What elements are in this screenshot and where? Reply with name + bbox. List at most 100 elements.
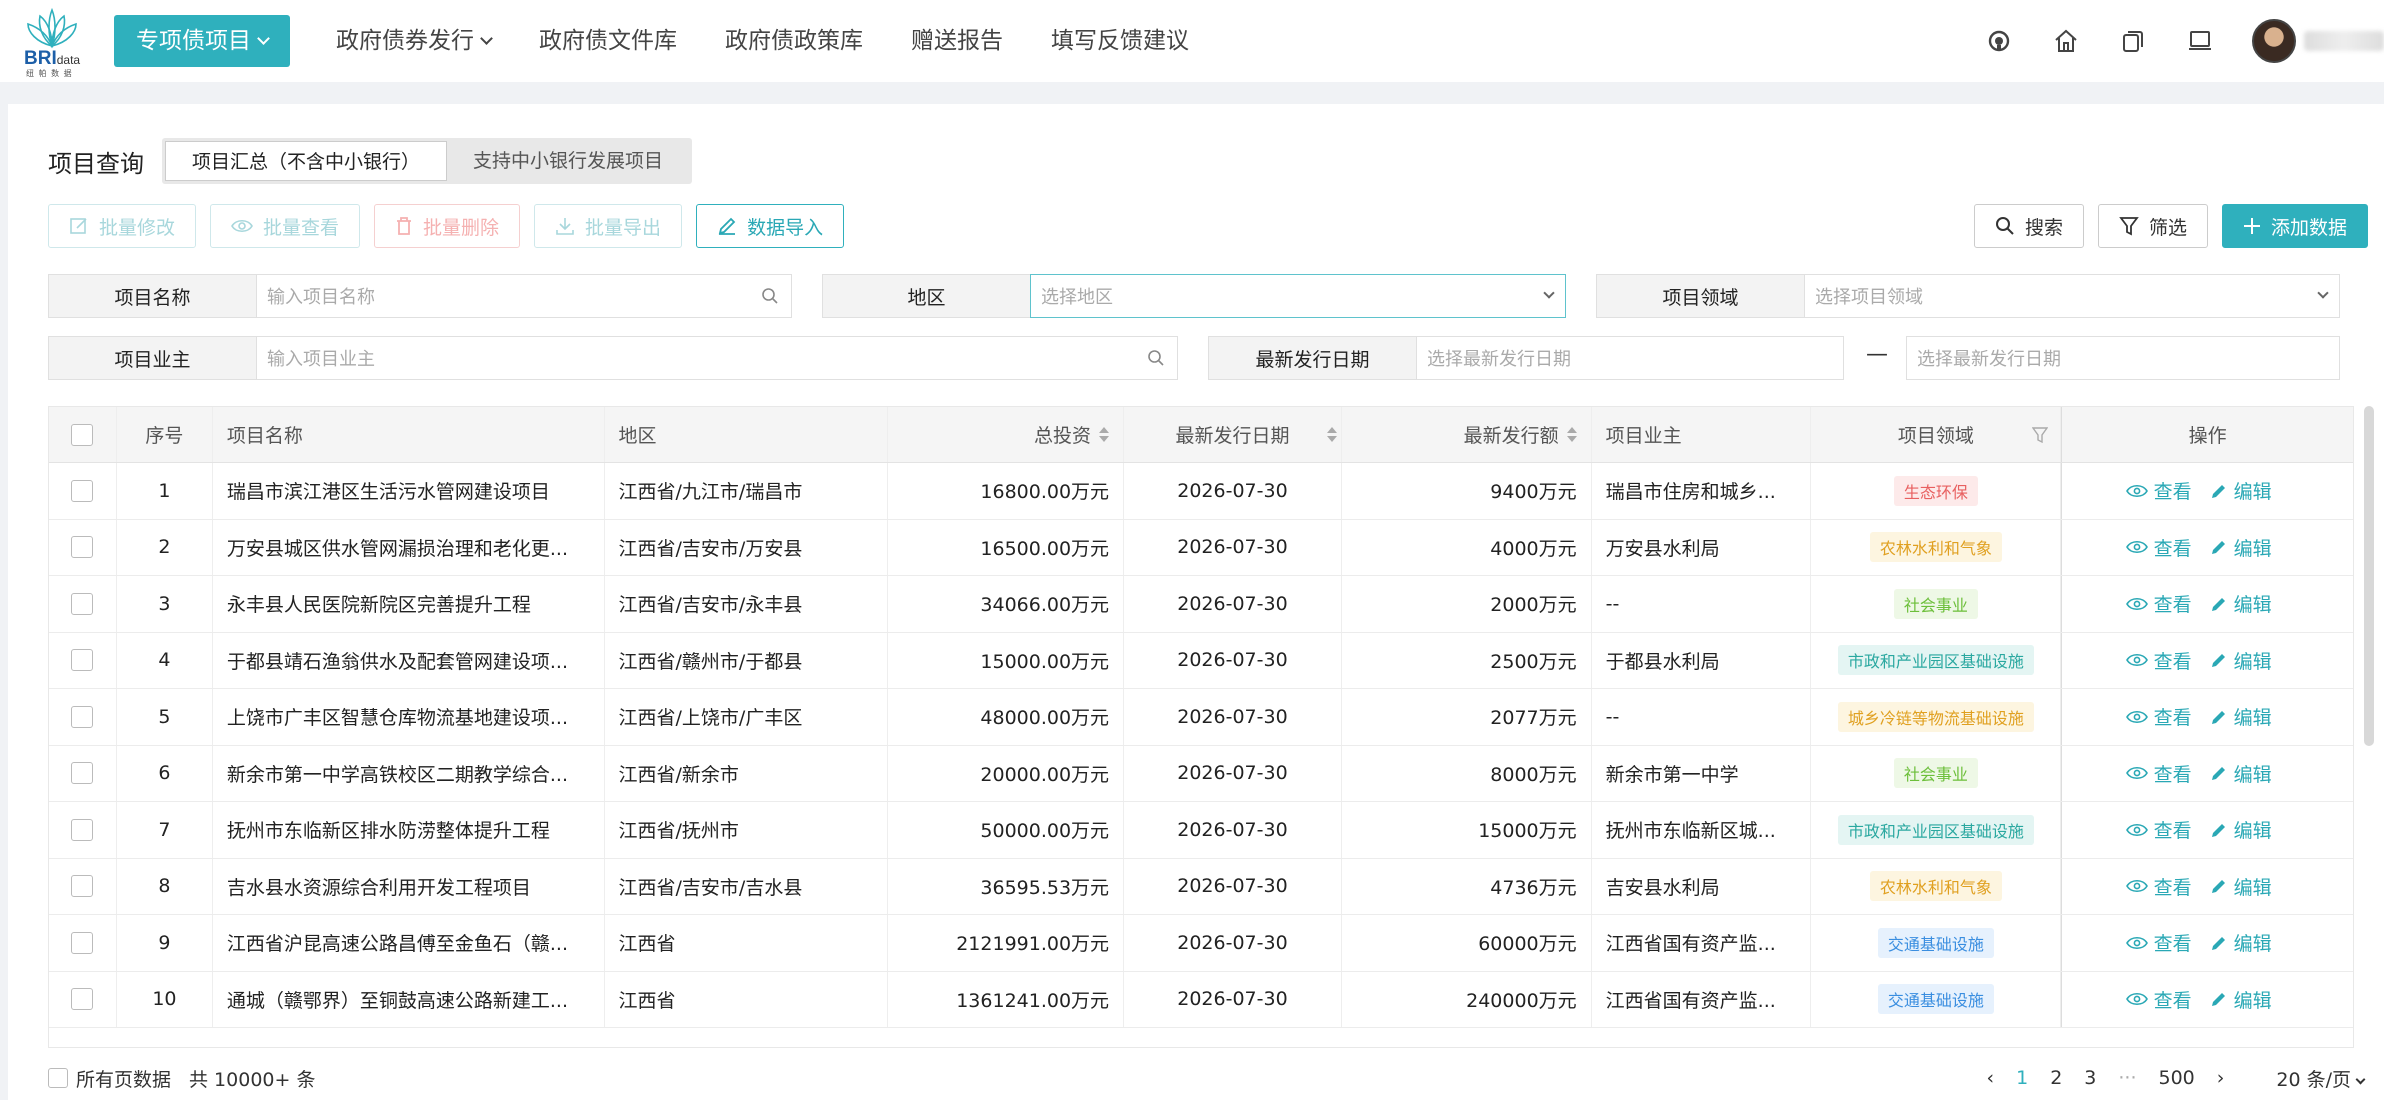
cell-name[interactable]: 吉水县水资源综合利用开发工程项目	[213, 858, 605, 914]
nav-special-bond-projects[interactable]: 专项债项目	[114, 15, 290, 67]
data-import-button[interactable]: 数据导入	[696, 204, 845, 248]
header-date[interactable]: 最新发行日期	[1124, 407, 1342, 462]
date-start-input[interactable]: 选择最新发行日期	[1417, 337, 1843, 379]
monitor-icon[interactable]	[2185, 26, 2215, 56]
table-row: 3 永丰县人民医院新院区完善提升工程 江西省/吉安市/永丰县 34066.00万元 20…	[49, 576, 2353, 633]
row-checkbox[interactable]	[71, 931, 94, 954]
cell-date: 2026-07-30	[1124, 915, 1342, 971]
search-button[interactable]: 搜索	[1973, 204, 2084, 248]
cell-op: 查看 编辑	[2061, 632, 2353, 688]
edit-link[interactable]: 编辑	[2210, 647, 2272, 674]
cell-area: 江西省/吉安市/万安县	[605, 519, 889, 575]
nav-gov-bond-issuance[interactable]: 政府债券发行	[312, 15, 515, 67]
view-link[interactable]: 查看	[2125, 534, 2192, 561]
filter-project-owner: 项目业主 输入项目业主	[48, 336, 1178, 380]
view-link[interactable]: 查看	[2125, 590, 2192, 617]
area-select[interactable]: 选择地区	[1030, 274, 1566, 318]
project-name-input[interactable]: 输入项目名称	[257, 275, 791, 317]
cell-name[interactable]: 于都县靖石渔翁供水及配套管网建设项...	[213, 632, 605, 688]
view-link[interactable]: 查看	[2125, 929, 2192, 956]
header-investment[interactable]: 总投资	[888, 407, 1125, 462]
total-count: 共 10000+ 条	[189, 1068, 316, 1091]
edit-link[interactable]: 编辑	[2210, 703, 2272, 730]
batch-delete-button[interactable]: 批量删除	[374, 204, 521, 248]
header-amount[interactable]: 最新发行额	[1342, 407, 1592, 462]
batch-view-button[interactable]: 批量查看	[210, 204, 361, 248]
header-name: 项目名称	[213, 407, 605, 462]
date-end-input[interactable]: 选择最新发行日期	[1907, 337, 2339, 379]
view-link[interactable]: 查看	[2125, 477, 2192, 504]
cell-name[interactable]: 抚州市东临新区排水防涝整体提升工程	[213, 802, 605, 858]
edit-link[interactable]: 编辑	[2210, 986, 2272, 1013]
filter-button[interactable]: 筛选	[2097, 204, 2208, 248]
all-pages-checkbox[interactable]	[48, 1068, 68, 1088]
edit-link[interactable]: 编辑	[2210, 929, 2272, 956]
page-3[interactable]: 3	[2084, 1067, 2096, 1089]
edit-link[interactable]: 编辑	[2210, 816, 2272, 843]
row-checkbox[interactable]	[71, 818, 94, 841]
project-field-select[interactable]: 选择项目领域	[1805, 275, 2339, 317]
copy-icon[interactable]	[2118, 26, 2148, 56]
view-link[interactable]: 查看	[2125, 647, 2192, 674]
edit-link[interactable]: 编辑	[2210, 534, 2272, 561]
eye-icon	[2125, 484, 2148, 497]
page-ellipsis[interactable]: ···	[2118, 1067, 2136, 1089]
nav-feedback[interactable]: 填写反馈建议	[1027, 15, 1213, 67]
page-size-select[interactable]: 20 条/页	[2254, 1065, 2366, 1092]
nav-gift-reports[interactable]: 赠送报告	[887, 15, 1027, 67]
search-icon	[1148, 350, 1164, 366]
cell-name[interactable]: 万安县城区供水管网漏损治理和老化更...	[213, 519, 605, 575]
row-checkbox[interactable]	[71, 592, 94, 615]
view-link[interactable]: 查看	[2125, 873, 2192, 900]
funnel-icon[interactable]	[2032, 426, 2049, 443]
add-data-button[interactable]: 添加数据	[2221, 204, 2368, 248]
row-checkbox[interactable]	[71, 705, 94, 728]
row-select-cell	[49, 463, 117, 519]
view-link[interactable]: 查看	[2125, 703, 2192, 730]
filter-label: 项目名称	[49, 275, 257, 317]
cell-name[interactable]: 通城（赣鄂界）至铜鼓高速公路新建工...	[213, 971, 605, 1027]
cell-no: 6	[117, 745, 213, 801]
row-checkbox[interactable]	[71, 988, 94, 1011]
edit-link[interactable]: 编辑	[2210, 477, 2272, 504]
cell-name[interactable]: 上饶市广丰区智慧仓库物流基地建设项...	[213, 689, 605, 745]
logo[interactable]: BRIdata 纽 帕 数 据	[22, 6, 92, 78]
tab-project-summary[interactable]: 项目汇总（不含中小银行）	[165, 141, 448, 181]
row-checkbox[interactable]	[71, 479, 94, 502]
cell-op: 查看 编辑	[2061, 576, 2353, 632]
tab-small-bank-projects[interactable]: 支持中小银行发展项目	[447, 141, 689, 181]
cell-name[interactable]: 新余市第一中学高铁校区二期教学综合...	[213, 745, 605, 801]
table-scrollbar[interactable]	[2364, 406, 2374, 746]
batch-export-button[interactable]: 批量导出	[534, 204, 683, 248]
username-blurred[interactable]	[2304, 31, 2384, 51]
headset-icon[interactable]	[1984, 26, 2014, 56]
cell-name[interactable]: 江西省沪昆高速公路昌傅至金鱼石（赣...	[213, 915, 605, 971]
row-checkbox[interactable]	[71, 536, 94, 559]
nav-gov-bond-documents[interactable]: 政府债文件库	[515, 15, 701, 67]
row-checkbox[interactable]	[71, 875, 94, 898]
cell-name[interactable]: 瑞昌市滨江港区生活污水管网建设项目	[213, 463, 605, 519]
cell-date: 2026-07-30	[1124, 802, 1342, 858]
project-owner-input[interactable]: 输入项目业主	[257, 337, 1177, 379]
view-link[interactable]: 查看	[2125, 986, 2192, 1013]
home-icon[interactable]	[2051, 26, 2081, 56]
cell-area: 江西省/吉安市/永丰县	[605, 576, 889, 632]
page-2[interactable]: 2	[2050, 1067, 2062, 1089]
cell-amount: 240000万元	[1342, 971, 1592, 1027]
edit-link[interactable]: 编辑	[2210, 760, 2272, 787]
select-all-checkbox[interactable]	[71, 423, 94, 446]
page-1[interactable]: 1	[2016, 1067, 2028, 1089]
nav-gov-bond-policies[interactable]: 政府债政策库	[701, 15, 887, 67]
edit-link[interactable]: 编辑	[2210, 590, 2272, 617]
view-link[interactable]: 查看	[2125, 760, 2192, 787]
row-checkbox[interactable]	[71, 649, 94, 672]
edit-link[interactable]: 编辑	[2210, 873, 2272, 900]
prev-page-icon[interactable]: ‹	[1986, 1067, 1994, 1089]
next-page-icon[interactable]: ›	[2217, 1067, 2225, 1089]
cell-name[interactable]: 永丰县人民医院新院区完善提升工程	[213, 576, 605, 632]
view-link[interactable]: 查看	[2125, 816, 2192, 843]
row-checkbox[interactable]	[71, 762, 94, 785]
batch-edit-button[interactable]: 批量修改	[48, 204, 197, 248]
page-last[interactable]: 500	[2159, 1067, 2195, 1089]
avatar[interactable]	[2252, 19, 2296, 63]
